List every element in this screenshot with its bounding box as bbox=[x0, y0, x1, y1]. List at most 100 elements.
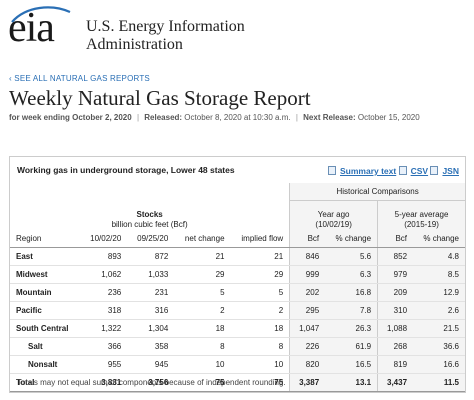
column-header: Region bbox=[10, 230, 81, 248]
released-date: October 8, 2020 at 10:30 a.m. bbox=[184, 113, 291, 122]
agency-name-line2: Administration bbox=[86, 36, 183, 53]
table-cell: 61.9 bbox=[325, 337, 378, 356]
next-release-date: October 15, 2020 bbox=[357, 113, 420, 122]
table-cell: 4.8 bbox=[413, 247, 465, 266]
release-info: for week ending October 2, 2020 | Releas… bbox=[9, 113, 420, 122]
agency-name: U.S. Energy Information Administration bbox=[86, 18, 245, 54]
table-cell: 979 bbox=[377, 265, 414, 284]
region-label: Pacific bbox=[10, 301, 81, 320]
column-header: 10/02/20 bbox=[80, 230, 128, 248]
column-header: 09/25/20 bbox=[127, 230, 175, 248]
table-cell: 10 bbox=[174, 355, 231, 374]
table-cell: 202 bbox=[289, 283, 326, 302]
region-label: East bbox=[10, 247, 81, 266]
table-cell: 295 bbox=[289, 301, 326, 320]
stocks-title: Stocks bbox=[136, 210, 163, 219]
table-row: South Central 1,322 1,304 18 18 1,047 26.3 1,08… bbox=[10, 319, 465, 338]
eia-logo[interactable]: eia bbox=[8, 4, 55, 52]
table-cell: 1,322 bbox=[80, 319, 128, 338]
region-label: Salt bbox=[10, 337, 81, 356]
five-year-title: 5-year average bbox=[394, 210, 449, 219]
table-cell: 999 bbox=[289, 265, 326, 284]
year-ago-title: Year ago bbox=[317, 210, 350, 219]
table-cell: 36.6 bbox=[413, 337, 465, 356]
table-cell: 7.8 bbox=[325, 301, 378, 320]
next-release-label: Next Release: bbox=[303, 113, 356, 122]
table-cell: 318 bbox=[80, 301, 128, 320]
table-cell: 21 bbox=[174, 247, 231, 266]
table-cell: 6.3 bbox=[325, 265, 378, 284]
table-cell: 1,033 bbox=[127, 265, 175, 284]
region-label: Nonsalt bbox=[10, 355, 81, 374]
table-cell: 819 bbox=[377, 355, 414, 374]
table-cell: 2.6 bbox=[413, 301, 465, 320]
table-cell: 12.9 bbox=[413, 283, 465, 302]
table-cell: 21 bbox=[230, 247, 290, 266]
year-ago-header: Year ago (10/02/19) bbox=[289, 200, 378, 230]
table-cell: 893 bbox=[80, 247, 128, 266]
column-header: Bcf bbox=[289, 230, 326, 248]
column-header: % change bbox=[325, 230, 378, 248]
table-cell: 1,304 bbox=[127, 319, 175, 338]
csv-link[interactable]: CSV bbox=[411, 166, 428, 176]
see-all-reports-link[interactable]: ‹ SEE ALL NATURAL GAS REPORTS bbox=[9, 74, 150, 83]
table-cell: 5 bbox=[230, 283, 290, 302]
released-label: Released: bbox=[144, 113, 183, 122]
table-cell: 16.8 bbox=[325, 283, 378, 302]
table-cell: 26.3 bbox=[325, 319, 378, 338]
table-cell: 8 bbox=[230, 337, 290, 356]
table-row: East 893 872 21 21 846 5.6 852 4.8 bbox=[10, 247, 465, 266]
table-row: Mountain 236 231 5 5 202 16.8 209 12.9 bbox=[10, 283, 465, 302]
region-label: Midwest bbox=[10, 265, 81, 284]
table-cell: 872 bbox=[127, 247, 175, 266]
separator: | bbox=[136, 113, 140, 122]
column-header: net change bbox=[174, 230, 231, 248]
table-row: Nonsalt 955 945 10 10 820 16.5 819 16.6 bbox=[10, 355, 465, 374]
table-cell: 10 bbox=[230, 355, 290, 374]
json-link[interactable]: JSN bbox=[442, 166, 459, 176]
table-cell: 8.5 bbox=[413, 265, 465, 284]
document-icon bbox=[328, 166, 336, 175]
table-caption: Working gas in underground storage, Lowe… bbox=[17, 165, 235, 175]
footnote: Totals may not equal sum of components b… bbox=[17, 378, 286, 387]
region-label: South Central bbox=[10, 319, 81, 338]
region-label: Mountain bbox=[10, 283, 81, 302]
table-cell: 3,387 bbox=[289, 373, 326, 392]
storage-table: Historical Comparisons Stocks billion cu… bbox=[10, 183, 465, 392]
table-row: Pacific 318 316 2 2 295 7.8 310 2.6 bbox=[10, 301, 465, 320]
table-row: Salt 366 358 8 8 226 61.9 268 36.6 bbox=[10, 337, 465, 356]
summary-text-link[interactable]: Summary text bbox=[340, 166, 396, 176]
table-cell: 1,047 bbox=[289, 319, 326, 338]
table-cell: 11.5 bbox=[413, 373, 465, 392]
site-header: eia U.S. Energy Information Administrati… bbox=[0, 0, 474, 62]
separator: | bbox=[295, 113, 298, 122]
table-cell: 16.6 bbox=[413, 355, 465, 374]
table-cell: 852 bbox=[377, 247, 414, 266]
table-row: Midwest 1,062 1,033 29 29 999 6.3 979 8.5 bbox=[10, 265, 465, 284]
table-cell: 2 bbox=[230, 301, 290, 320]
table-cell: 18 bbox=[174, 319, 231, 338]
table-cell: 1,088 bbox=[377, 319, 414, 338]
table-cell: 226 bbox=[289, 337, 326, 356]
five-year-range: (2015-19) bbox=[404, 220, 439, 229]
table-cell: 2 bbox=[174, 301, 231, 320]
week-ending: for week ending October 2, 2020 bbox=[9, 113, 132, 122]
table-cell: 21.5 bbox=[413, 319, 465, 338]
table-cell: 846 bbox=[289, 247, 326, 266]
table-cell: 820 bbox=[289, 355, 326, 374]
table-cell: 5 bbox=[174, 283, 231, 302]
header-spacer bbox=[10, 183, 290, 200]
five-year-header: 5-year average (2015-19) bbox=[377, 200, 465, 230]
table-cell: 16.5 bbox=[325, 355, 378, 374]
download-links: Summary text CSV JSN bbox=[328, 166, 459, 176]
table-cell: 231 bbox=[127, 283, 175, 302]
table-cell: 358 bbox=[127, 337, 175, 356]
table-cell: 310 bbox=[377, 301, 414, 320]
table-cell: 268 bbox=[377, 337, 414, 356]
table-cell: 8 bbox=[174, 337, 231, 356]
table-cell: 1,062 bbox=[80, 265, 128, 284]
table-cell: 5.6 bbox=[325, 247, 378, 266]
table-cell: 236 bbox=[80, 283, 128, 302]
table-cell: 366 bbox=[80, 337, 128, 356]
table-cell: 3,437 bbox=[377, 373, 414, 392]
